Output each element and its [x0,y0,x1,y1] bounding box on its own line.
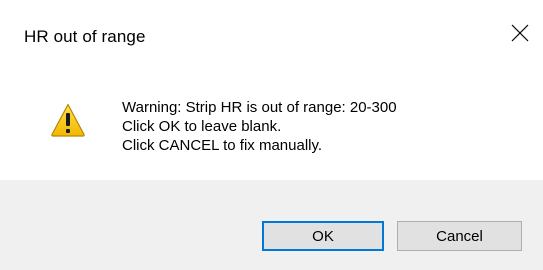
message-line-1: Warning: Strip HR is out of range: 20-30… [122,99,397,116]
message-line-3: Click CANCEL to fix manually. [122,137,323,154]
window-title: HR out of range [24,27,146,46]
close-icon [511,24,529,42]
title-bar: HR out of range [0,0,543,72]
message-line-2: Click OK to leave blank. [122,118,282,135]
warning-icon [51,103,85,137]
message-dialog: HR out of range Warning: Strip HR is out… [0,0,543,270]
close-button[interactable] [497,10,543,56]
ok-button[interactable]: OK [262,221,384,251]
button-bar: OK Cancel [0,180,543,270]
dialog-content: Warning: Strip HR is out of range: 20-30… [0,72,543,180]
message-text: Warning: Strip HR is out of range: 20-30… [122,98,397,155]
cancel-button[interactable]: Cancel [397,221,522,251]
